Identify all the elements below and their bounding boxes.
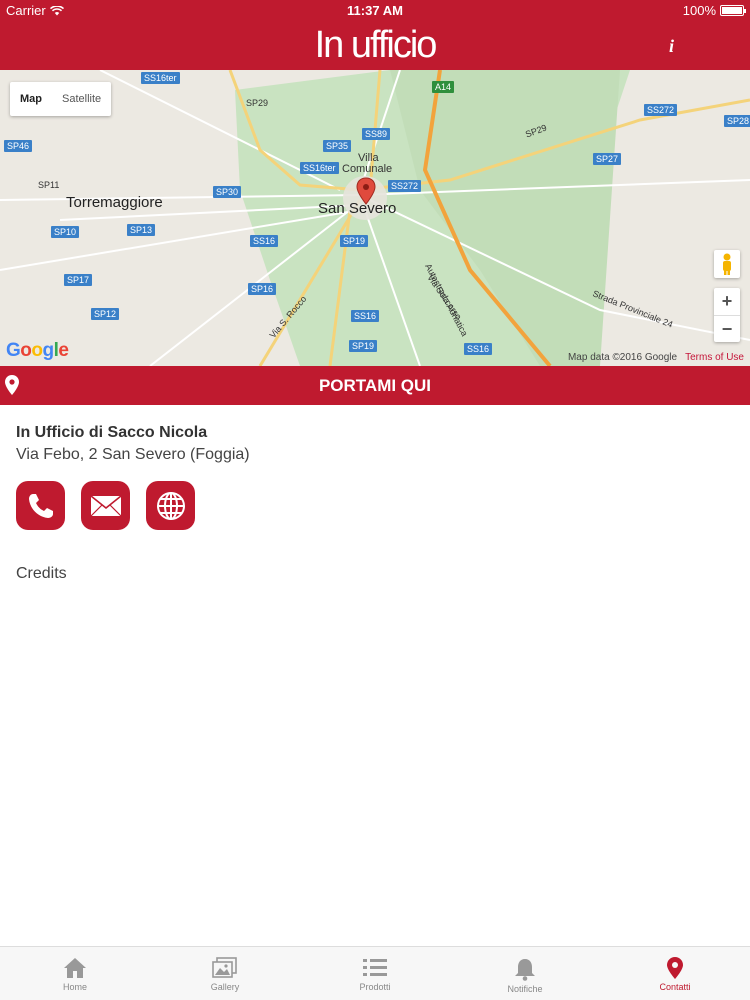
- gallery-icon: [212, 957, 237, 978]
- phone-icon: [28, 493, 53, 518]
- call-button[interactable]: [16, 481, 65, 530]
- street-view-pegman-icon[interactable]: [714, 250, 740, 278]
- email-button[interactable]: [81, 481, 130, 530]
- terms-link[interactable]: Terms of Use: [685, 352, 744, 363]
- road-shield: SS16ter: [141, 72, 180, 84]
- road-shield: A14: [432, 81, 455, 93]
- road-label: SP11: [38, 180, 60, 190]
- status-time: 11:37 AM: [347, 3, 403, 18]
- road-shield: SP17: [64, 274, 93, 286]
- road-shield: SP35: [323, 140, 352, 152]
- map-type-satellite[interactable]: Satellite: [52, 82, 111, 116]
- zoom-control: + −: [714, 288, 740, 342]
- directions-button[interactable]: PORTAMI QUI: [0, 366, 750, 405]
- road-shield: SP30: [213, 186, 242, 198]
- status-bar: Carrier 11:37 AM 100%: [0, 0, 750, 20]
- tab-label: Contatti: [659, 982, 691, 992]
- road-shield: SP28: [724, 115, 750, 127]
- battery-label: 100%: [682, 3, 716, 18]
- city-label: San Severo: [318, 200, 397, 217]
- zoom-out-button[interactable]: −: [714, 315, 740, 342]
- poi-label: Comunale: [342, 163, 393, 175]
- tab-contatti[interactable]: Contatti: [600, 947, 750, 1000]
- road-shield: SP19: [349, 340, 378, 352]
- zoom-in-button[interactable]: +: [714, 288, 740, 315]
- home-icon: [64, 958, 86, 978]
- directions-label: PORTAMI QUI: [318, 376, 432, 395]
- tab-label: Gallery: [210, 982, 240, 992]
- road-shield: SP13: [127, 224, 156, 236]
- tab-gallery[interactable]: Gallery: [150, 947, 300, 1000]
- globe-icon: [156, 491, 185, 520]
- city-label: Torremaggiore: [66, 194, 163, 211]
- google-logo: Google: [6, 340, 69, 361]
- road-shield: SP27: [593, 153, 622, 165]
- map-type-control: Map Satellite: [10, 82, 112, 116]
- top-bar: Carrier 11:37 AM 100% In ufficio i: [0, 0, 750, 70]
- road-shield: SP12: [91, 308, 120, 320]
- map-view[interactable]: Map Satellite Torremaggiore San Severo V…: [0, 70, 750, 366]
- app-title: In ufficio: [314, 24, 438, 66]
- road-shield: SP10: [51, 226, 80, 238]
- tab-label: Prodotti: [359, 982, 391, 992]
- list-icon: [363, 959, 387, 976]
- road-shield: SS16: [250, 235, 279, 247]
- map-attribution: Map data ©2016 Google Terms of Use: [568, 352, 744, 363]
- battery-group: 100%: [682, 3, 746, 18]
- road-shield: SS272: [388, 180, 422, 192]
- map-pin-icon: [667, 957, 683, 979]
- map-pin-icon: [5, 375, 19, 395]
- road-shield: SP46: [4, 140, 33, 152]
- road-shield: SP16: [248, 283, 277, 295]
- tab-bar: Home Gallery Prodotti Notifiche Contatti: [0, 946, 750, 1000]
- road-shield: SS16: [351, 310, 380, 322]
- contact-actions: [16, 481, 195, 530]
- envelope-icon: [90, 494, 121, 516]
- info-icon[interactable]: i: [669, 36, 674, 57]
- road-shield: SP19: [340, 235, 369, 247]
- business-name: In Ufficio di Sacco Nicola: [16, 424, 208, 441]
- tab-label: Home: [62, 982, 87, 992]
- tab-prodotti[interactable]: Prodotti: [300, 947, 450, 1000]
- battery-icon: [720, 5, 746, 16]
- tab-label: Notifiche: [507, 984, 543, 994]
- map-data-label: Map data ©2016 Google: [567, 352, 678, 363]
- road-shield: SS272: [644, 104, 678, 116]
- bell-icon: [515, 959, 535, 981]
- tab-home[interactable]: Home: [0, 947, 150, 1000]
- road-shield: SS16ter: [300, 162, 339, 174]
- website-button[interactable]: [146, 481, 195, 530]
- map-type-map[interactable]: Map: [10, 82, 52, 116]
- business-address: Via Febo, 2 San Severo (Foggia): [16, 446, 250, 463]
- road-shield: SS89: [362, 128, 391, 140]
- road-shield: SS16: [464, 343, 493, 355]
- tab-notifiche[interactable]: Notifiche: [450, 947, 600, 1000]
- road-label: SP29: [246, 98, 269, 108]
- credits-link[interactable]: Credits: [16, 565, 67, 583]
